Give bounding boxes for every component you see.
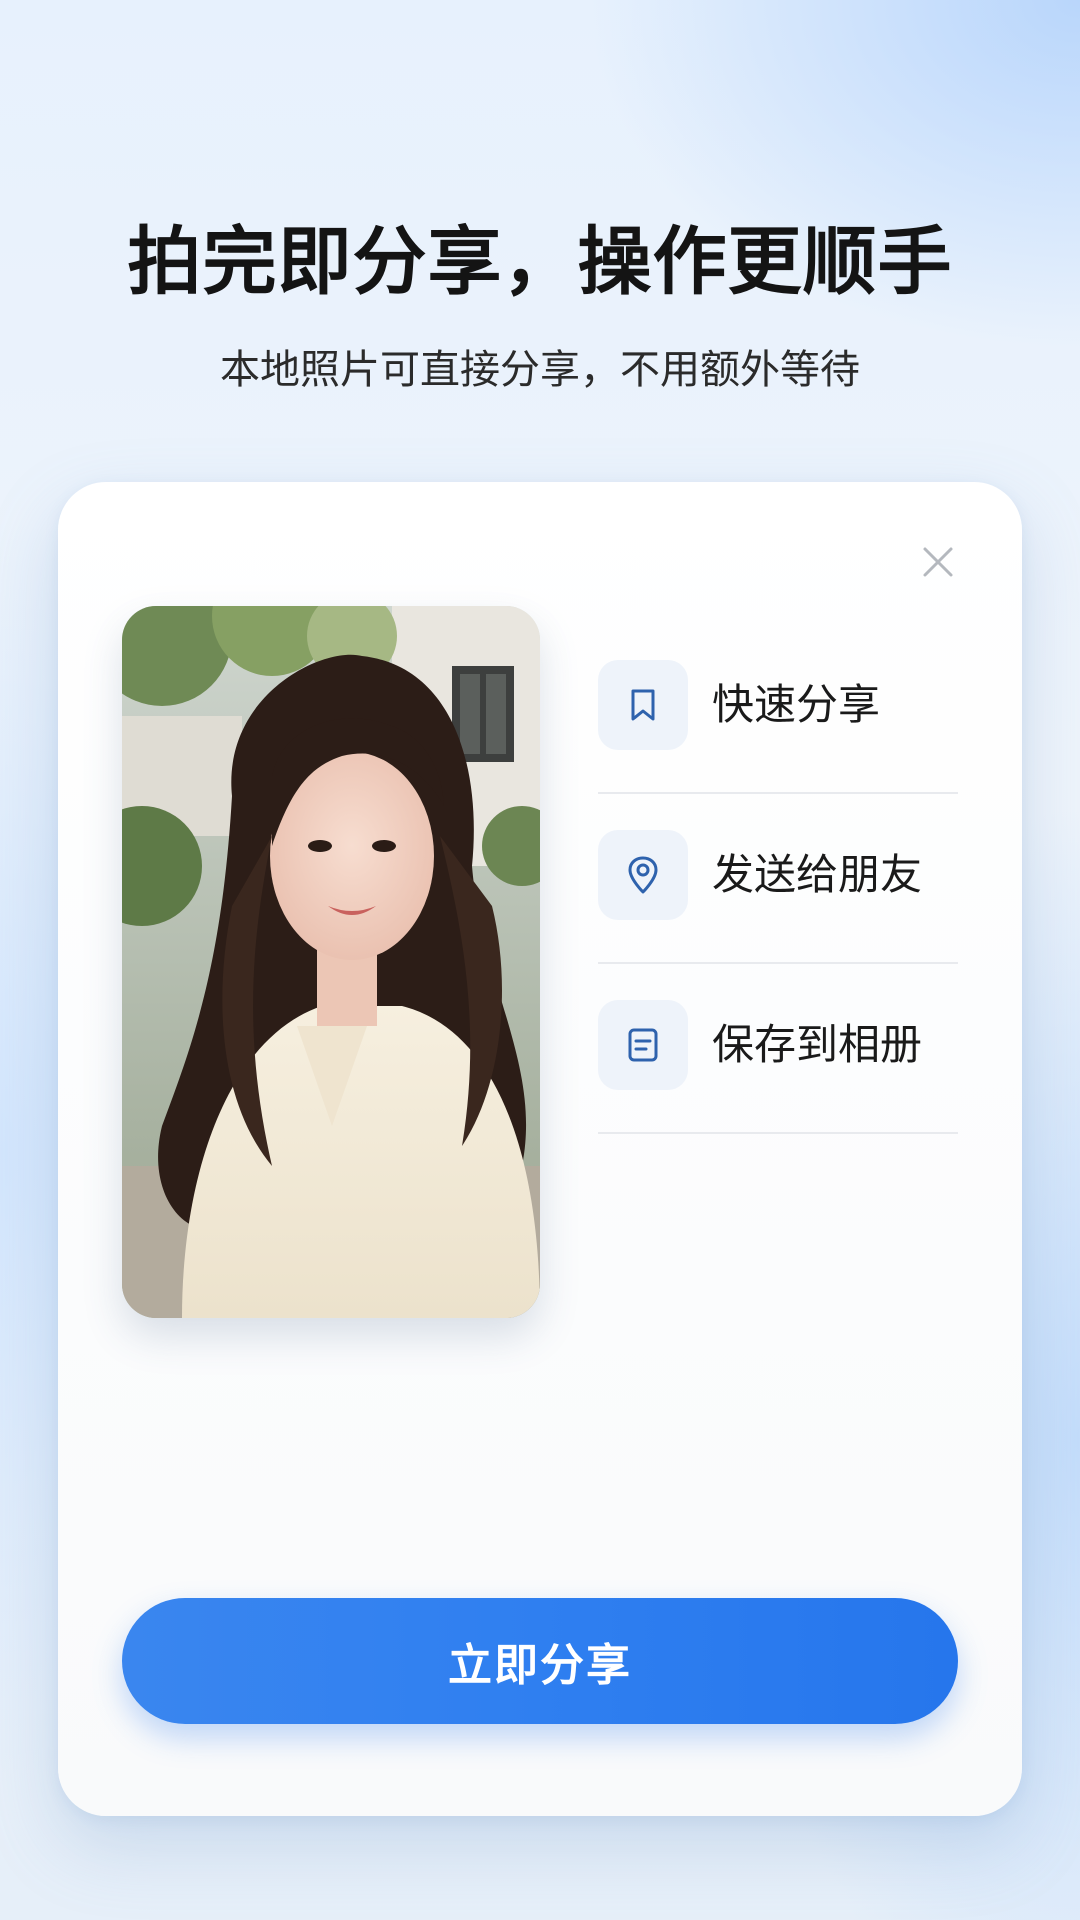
portrait-photo bbox=[122, 606, 540, 1318]
option-icon-box bbox=[598, 1000, 688, 1090]
option-quick-share[interactable]: 快速分享 bbox=[598, 606, 958, 794]
option-icon-box bbox=[598, 830, 688, 920]
close-icon bbox=[923, 547, 953, 577]
share-now-button[interactable]: 立即分享 bbox=[122, 1598, 958, 1724]
page-title: 拍完即分享，操作更顺手 bbox=[127, 219, 953, 305]
location-pin-icon bbox=[628, 856, 658, 894]
document-icon bbox=[628, 1028, 658, 1062]
share-now-label: 立即分享 bbox=[448, 1640, 632, 1691]
close-button[interactable] bbox=[908, 532, 968, 592]
page-subtitle: 本地照片可直接分享，不用额外等待 bbox=[220, 347, 860, 393]
option-label: 快速分享 bbox=[712, 680, 881, 729]
divider bbox=[598, 1132, 958, 1134]
option-icon-box bbox=[598, 660, 688, 750]
option-save-to-album[interactable]: 保存到相册 bbox=[598, 946, 958, 1134]
bookmark-icon bbox=[631, 689, 655, 721]
option-label: 发送给朋友 bbox=[712, 850, 923, 899]
option-send-to-friend[interactable]: 发送给朋友 bbox=[598, 776, 958, 964]
option-label: 保存到相册 bbox=[712, 1020, 923, 1069]
